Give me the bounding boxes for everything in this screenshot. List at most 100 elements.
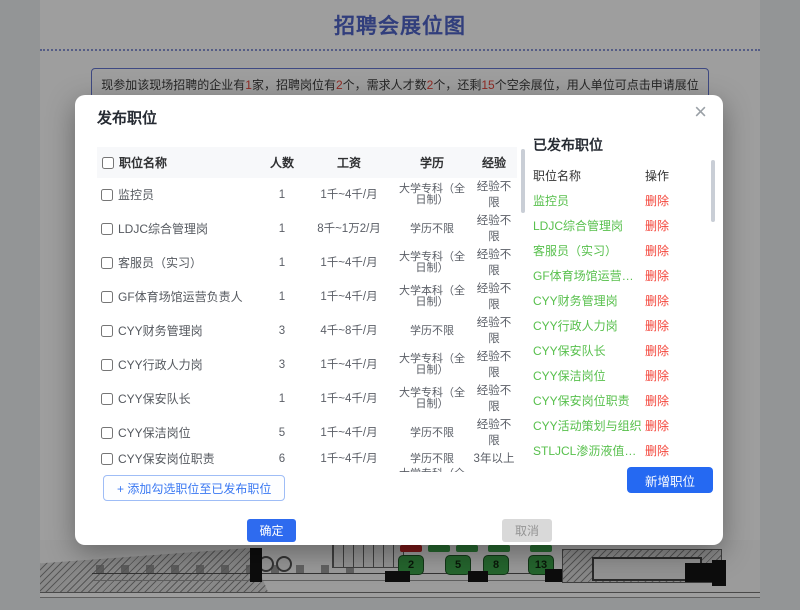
row-checkbox[interactable]: [101, 257, 113, 269]
position-education: 大学专科（全日制）: [393, 468, 471, 472]
position-experience: 经验不限: [471, 416, 517, 450]
position-experience: 经验不限: [471, 314, 517, 348]
position-name: CYY保安队长: [118, 392, 191, 406]
position-experience: 经验不限: [471, 382, 517, 416]
table-row: GF体育场馆运营负责人 1 1千~4千/月 大学本科（全日制） 经验不限: [97, 280, 517, 314]
position-name: GF体育场馆运营负责人: [118, 290, 243, 304]
row-checkbox[interactable]: [101, 393, 113, 405]
delete-link[interactable]: 删除: [645, 293, 685, 309]
published-item: LDJC综合管理岗 删除: [533, 218, 715, 234]
position-salary: 1千~4千/月: [305, 416, 393, 450]
position-name: CYY行政人力岗: [118, 358, 203, 372]
header-count: 人数: [259, 147, 305, 178]
position-education: 大学专科（全日制）: [393, 348, 471, 382]
position-count: 3: [259, 348, 305, 382]
table-row: CYY财务管理岗 3 4千~8千/月 学历不限 经验不限: [97, 314, 517, 348]
header-salary: 工资: [305, 147, 393, 178]
published-item: GF体育场馆运营负责人 删除: [533, 268, 715, 284]
published-header-row: 职位名称 操作: [533, 167, 715, 184]
position-experience: 经验不限: [471, 246, 517, 280]
row-checkbox[interactable]: [101, 325, 113, 337]
confirm-button[interactable]: 确定: [247, 519, 296, 542]
delete-link[interactable]: 删除: [645, 343, 685, 359]
header-name: 职位名称: [119, 156, 167, 170]
position-count: 1: [259, 246, 305, 280]
position-count: 1: [259, 178, 305, 212]
position-education: 学历不限: [393, 314, 471, 348]
published-position-name: STLJCL渗沥液值班员兼...: [533, 443, 645, 459]
published-item: CYY保安队长 删除: [533, 343, 715, 359]
delete-link[interactable]: 删除: [645, 368, 685, 384]
table-scrollbar[interactable]: [521, 149, 525, 213]
position-education: 大学专科（全日制）: [393, 178, 471, 212]
position-salary: 1千~4千/月: [305, 280, 393, 314]
row-checkbox[interactable]: [101, 189, 113, 201]
publish-position-modal: 发布职位 × 职位名称 人数 工资 学历 经验 监控员: [75, 95, 723, 545]
position-count: 6: [259, 450, 305, 468]
position-count: 1: [259, 212, 305, 246]
published-position-name: CYY保安队长: [533, 343, 645, 359]
select-all-checkbox[interactable]: [102, 157, 114, 169]
published-item: CYY财务管理岗 删除: [533, 293, 715, 309]
close-icon[interactable]: ×: [694, 99, 707, 125]
table-row: CYY保洁岗位 5 1千~4千/月 学历不限 经验不限: [97, 416, 517, 450]
delete-link[interactable]: 删除: [645, 268, 685, 284]
row-checkbox[interactable]: [101, 453, 113, 465]
row-checkbox[interactable]: [101, 359, 113, 371]
published-item: 监控员 删除: [533, 193, 715, 209]
row-checkbox[interactable]: [101, 223, 113, 235]
position-education: 学历不限: [393, 450, 471, 468]
position-table-body: 监控员 1 1千~4千/月 大学专科（全日制） 经验不限 LDJC综合管理岗 1…: [97, 178, 517, 472]
delete-link[interactable]: 删除: [645, 243, 685, 259]
published-position-name: LDJC综合管理岗: [533, 218, 645, 234]
cancel-button[interactable]: 取消: [502, 519, 552, 542]
published-item: CYY保安岗位职责 删除: [533, 393, 715, 409]
table-row: CYY保安队长 1 1千~4千/月 大学专科（全日制） 经验不限: [97, 382, 517, 416]
published-position-name: CYY保安岗位职责: [533, 393, 645, 409]
delete-link[interactable]: 删除: [645, 443, 685, 459]
position-salary: 4千~8千/月: [305, 468, 393, 472]
position-education: 学历不限: [393, 212, 471, 246]
position-experience: 3年以上: [471, 450, 517, 468]
position-salary: 1千~4千/月: [305, 450, 393, 468]
position-experience: 经验不限: [471, 178, 517, 212]
position-name: LDJC综合管理岗: [118, 222, 208, 236]
position-name: CYY保洁岗位: [118, 426, 191, 440]
position-education: 大学专科（全日制）: [393, 246, 471, 280]
add-new-position-button[interactable]: 新增职位: [627, 467, 713, 493]
position-salary: 1千~4千/月: [305, 348, 393, 382]
published-scrollbar[interactable]: [711, 160, 715, 222]
delete-link[interactable]: 删除: [645, 318, 685, 334]
position-count: 1: [259, 382, 305, 416]
position-name: 客服员（实习）: [118, 256, 202, 270]
row-checkbox[interactable]: [101, 291, 113, 303]
delete-link[interactable]: 删除: [645, 393, 685, 409]
position-name: CYY保安岗位职责: [118, 452, 215, 466]
modal-title: 发布职位: [97, 107, 157, 128]
table-row: CYY活动策划与组织 2 4千~8千/月 大学专科（全日制） 3年以上: [97, 468, 517, 472]
delete-link[interactable]: 删除: [645, 193, 685, 209]
published-title: 已发布职位: [533, 135, 715, 155]
published-position-name: GF体育场馆运营负责人: [533, 268, 645, 284]
position-salary: 1千~4千/月: [305, 178, 393, 212]
add-selected-button[interactable]: + 添加勾选职位至已发布职位: [103, 475, 285, 501]
position-name: 监控员: [118, 188, 154, 202]
published-position-name: CYY保洁岗位: [533, 368, 645, 384]
published-panel: 已发布职位 职位名称 操作 监控员 删除 LDJC综合管理岗 删除 客服员（实习…: [533, 135, 715, 475]
delete-link[interactable]: 删除: [645, 218, 685, 234]
position-education: 大学本科（全日制）: [393, 280, 471, 314]
published-item: CYY活动策划与组织 删除: [533, 418, 715, 434]
published-item: CYY保洁岗位 删除: [533, 368, 715, 384]
table-row: CYY保安岗位职责 6 1千~4千/月 学历不限 3年以上: [97, 450, 517, 468]
position-experience: 3年以上: [471, 468, 517, 472]
row-checkbox[interactable]: [101, 427, 113, 439]
position-salary: 4千~8千/月: [305, 314, 393, 348]
delete-link[interactable]: 删除: [645, 418, 685, 434]
published-position-name: CYY财务管理岗: [533, 293, 645, 309]
published-position-name: CYY活动策划与组织: [533, 418, 645, 434]
published-header-action: 操作: [645, 167, 685, 184]
published-position-name: 监控员: [533, 193, 645, 209]
published-position-name: CYY行政人力岗: [533, 318, 645, 334]
table-header-row: 职位名称 人数 工资 学历 经验: [97, 147, 517, 178]
position-experience: 经验不限: [471, 212, 517, 246]
